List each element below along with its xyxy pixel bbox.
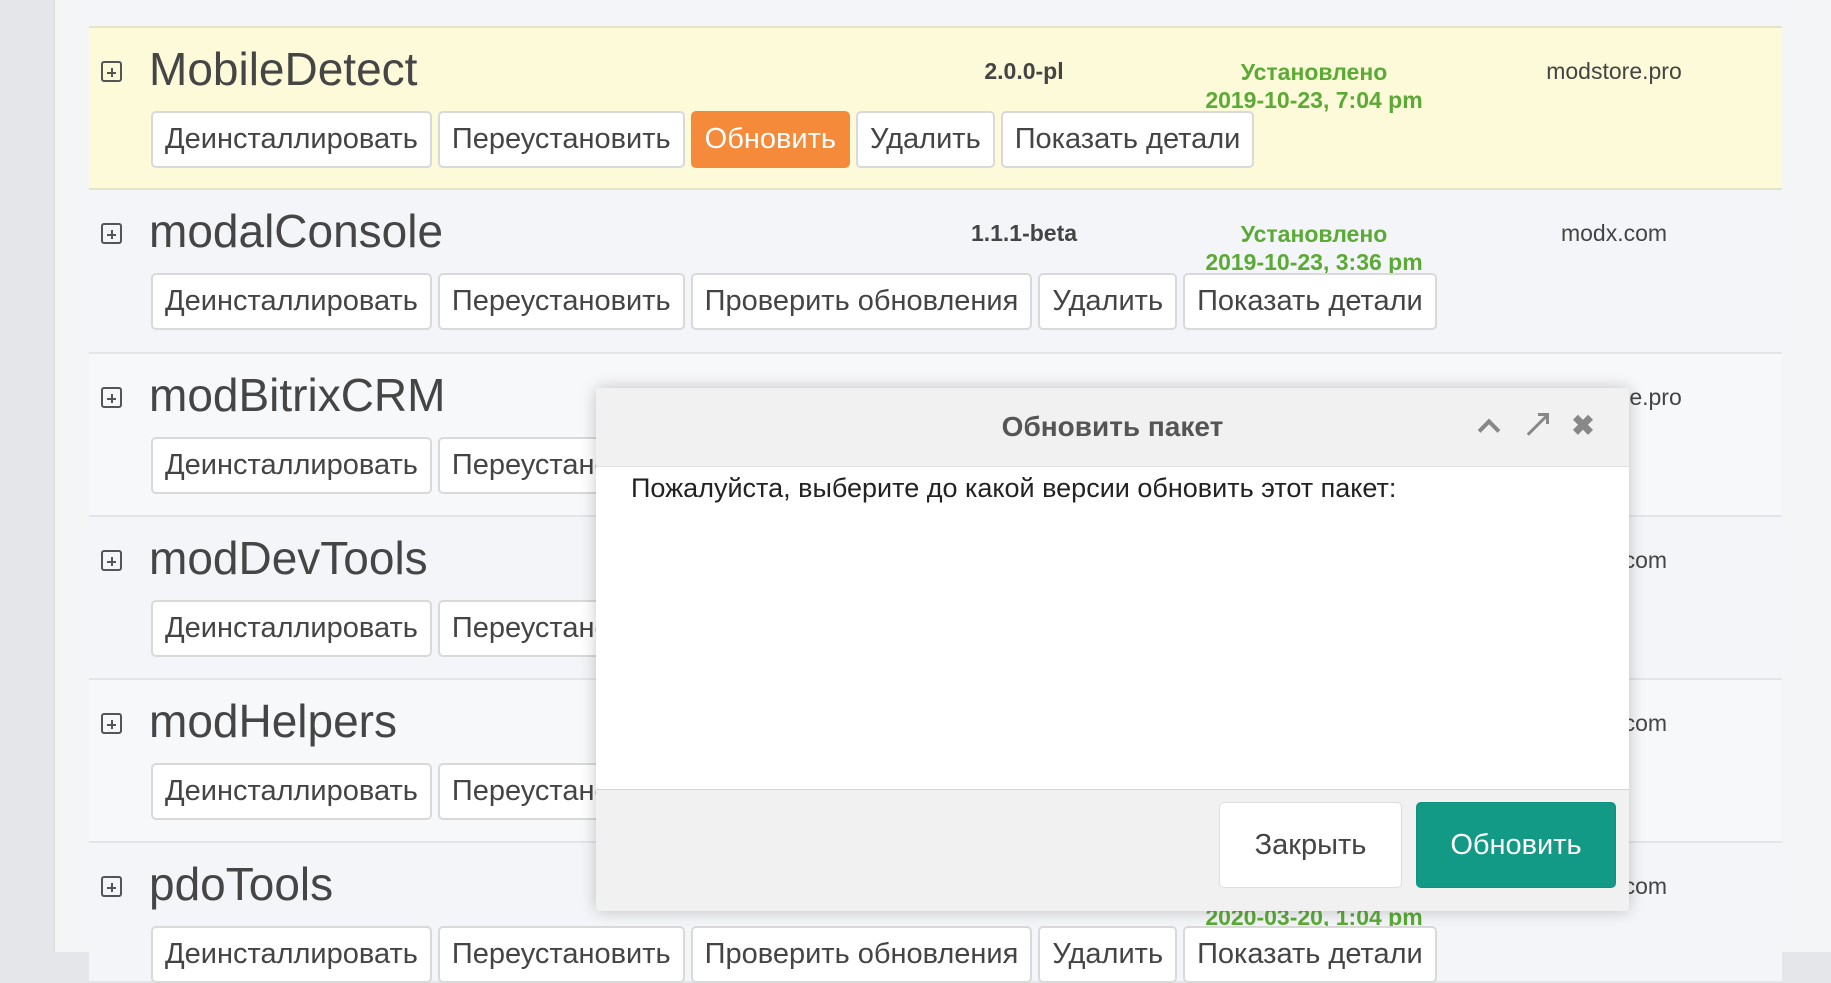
reinstall-button[interactable]: Переустановить: [437, 273, 685, 330]
dialog-body: Пожалуйста, выберите до какой версии обн…: [596, 467, 1629, 789]
package-name: modalConsole: [149, 205, 444, 257]
package-name: pdoTools: [149, 858, 334, 910]
package-name: modDevTools: [149, 532, 428, 584]
install-status: Установлено 2019-10-23, 3:36 pm: [1189, 220, 1439, 276]
expand-row-icon[interactable]: [101, 61, 122, 82]
package-provider: modx.com: [1560, 220, 1668, 246]
package-version: 1.1.1-beta: [970, 220, 1078, 246]
close-icon[interactable]: ✖: [1568, 411, 1598, 441]
update-package-dialog: Обновить пакет ✖ Пожалуйста, выберите до…: [596, 388, 1629, 911]
install-date: 2019-10-23, 7:04 pm: [1205, 87, 1423, 113]
install-status-label: Установлено: [1240, 221, 1388, 247]
uninstall-button[interactable]: Деинсталлировать: [151, 600, 432, 657]
package-name: modHelpers: [149, 695, 397, 747]
package-provider: modstore.pro: [1546, 58, 1682, 84]
uninstall-button[interactable]: Деинсталлировать: [151, 926, 432, 983]
dialog-footer: Закрыть Обновить: [596, 789, 1629, 911]
package-row: MobileDetect 2.0.0-pl Установлено 2019-1…: [89, 26, 1782, 190]
package-version: 2.0.0-pl: [984, 58, 1064, 84]
collapse-icon[interactable]: [1473, 411, 1503, 441]
delete-button[interactable]: Удалить: [855, 111, 995, 168]
install-status-label: Установлено: [1240, 59, 1388, 85]
dialog-header[interactable]: Обновить пакет ✖: [596, 388, 1629, 467]
expand-row-icon[interactable]: [101, 876, 122, 897]
confirm-update-button[interactable]: Обновить: [1416, 802, 1616, 888]
uninstall-button[interactable]: Деинсталлировать: [151, 763, 432, 820]
package-name: MobileDetect: [149, 43, 418, 95]
package-row: modalConsole 1.1.1-beta Установлено 2019…: [89, 190, 1782, 354]
uninstall-button[interactable]: Деинсталлировать: [151, 273, 432, 330]
expand-row-icon[interactable]: [101, 550, 122, 571]
uninstall-button[interactable]: Деинсталлировать: [151, 111, 432, 168]
install-status: Установлено 2019-10-23, 7:04 pm: [1189, 58, 1439, 114]
expand-row-icon[interactable]: [101, 223, 122, 244]
close-button[interactable]: Закрыть: [1219, 802, 1402, 888]
check-updates-button[interactable]: Проверить обновления: [690, 926, 1033, 983]
package-row-partial: [89, 0, 1782, 28]
details-button[interactable]: Показать детали: [1183, 273, 1437, 330]
expand-row-icon[interactable]: [101, 387, 122, 408]
delete-button[interactable]: Удалить: [1038, 926, 1178, 983]
expand-row-icon[interactable]: [101, 713, 122, 734]
update-button[interactable]: Обновить: [690, 111, 850, 168]
delete-button[interactable]: Удалить: [1038, 273, 1178, 330]
install-date: 2019-10-23, 3:36 pm: [1205, 249, 1423, 275]
uninstall-button[interactable]: Деинсталлировать: [151, 437, 432, 494]
reinstall-button[interactable]: Переустановить: [437, 926, 685, 983]
dialog-message: Пожалуйста, выберите до какой версии обн…: [631, 473, 1397, 503]
details-button[interactable]: Показать детали: [1183, 926, 1437, 983]
check-updates-button[interactable]: Проверить обновления: [690, 273, 1033, 330]
details-button[interactable]: Показать детали: [1000, 111, 1255, 168]
package-name: modBitrixCRM: [149, 369, 446, 421]
reinstall-button[interactable]: Переустановить: [437, 111, 685, 168]
maximize-icon[interactable]: [1521, 411, 1551, 441]
